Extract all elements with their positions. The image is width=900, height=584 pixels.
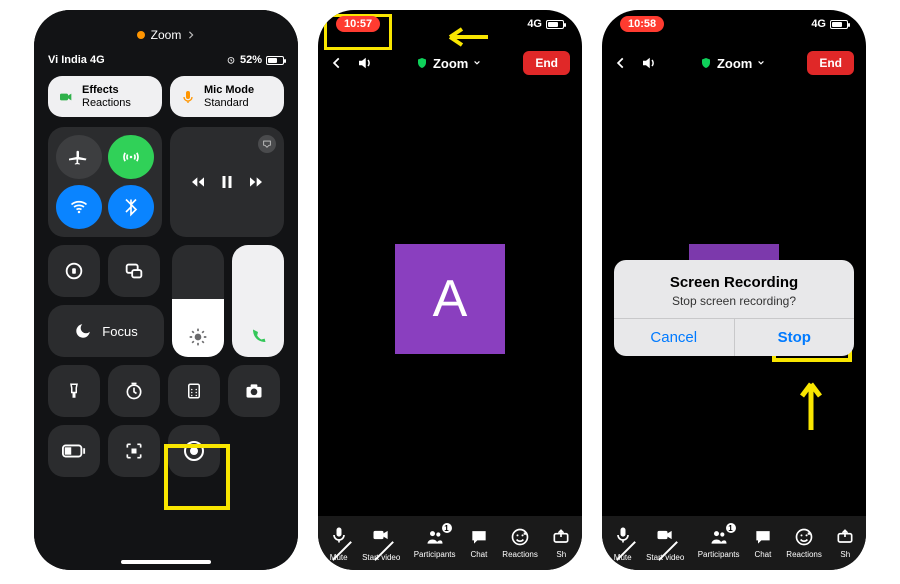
mic-mode-tile[interactable]: Mic ModeStandard <box>170 76 284 117</box>
end-button[interactable]: End <box>523 51 570 75</box>
shield-icon <box>416 57 428 69</box>
network-label: 4G <box>527 18 542 30</box>
arrow-annotation-icon <box>798 370 824 435</box>
moon-icon <box>74 322 92 340</box>
phone-stop-recording: 10:58 4G Zoom End Screen Recording Stop … <box>602 10 866 570</box>
connectivity-tile <box>48 127 162 237</box>
battery-icon <box>830 20 848 29</box>
speaker-icon[interactable] <box>640 54 658 72</box>
zoom-header: Zoom End <box>318 44 582 82</box>
chevron-down-icon <box>473 59 481 67</box>
participants-badge: 1 <box>726 523 736 533</box>
phone-icon <box>248 327 268 347</box>
recording-time-pill[interactable]: 10:57 <box>336 16 380 32</box>
recording-dot-icon <box>137 31 145 39</box>
airplay-icon[interactable] <box>258 135 276 153</box>
participants-button[interactable]: 1Participants <box>698 527 740 559</box>
pause-icon[interactable] <box>218 173 236 191</box>
status-bar: 10:57 4G <box>318 10 582 38</box>
media-tile[interactable] <box>170 127 284 237</box>
qr-scan-toggle[interactable] <box>108 425 160 477</box>
zoom-toolbar: Mute Start video 1Participants Chat Reac… <box>318 516 582 570</box>
calculator-toggle[interactable] <box>168 365 220 417</box>
bluetooth-toggle[interactable] <box>108 185 154 229</box>
start-video-button[interactable]: Start video <box>646 525 684 562</box>
zoom-title[interactable]: Zoom <box>386 56 511 71</box>
cellular-toggle[interactable] <box>108 135 154 179</box>
effects-tile[interactable]: EffectsReactions <box>48 76 162 117</box>
mute-button[interactable]: Mute <box>613 525 633 562</box>
brightness-slider[interactable] <box>172 245 224 357</box>
wifi-toggle[interactable] <box>56 185 102 229</box>
share-button[interactable]: Sh <box>835 527 855 559</box>
participant-avatar: A <box>395 244 505 354</box>
back-icon[interactable] <box>614 56 628 70</box>
back-icon[interactable] <box>330 56 344 70</box>
battery-icon <box>546 20 564 29</box>
breadcrumb-app: Zoom <box>151 28 182 42</box>
chevron-down-icon <box>757 59 765 67</box>
status-bar: 10:58 4G <box>602 10 866 38</box>
phone-control-center: Zoom Vi India 4G 52% EffectsReactions Mi… <box>34 10 298 570</box>
battery-percent: 52% <box>240 54 262 66</box>
share-button[interactable]: Sh <box>551 527 571 559</box>
screen-recording-alert: Screen Recording Stop screen recording? … <box>614 260 854 356</box>
camera-toggle[interactable] <box>228 365 280 417</box>
speaker-icon[interactable] <box>356 54 374 72</box>
low-power-toggle[interactable] <box>48 425 100 477</box>
zoom-toolbar: Mute Start video 1Participants Chat Reac… <box>602 516 866 570</box>
sun-icon <box>188 327 208 347</box>
end-button[interactable]: End <box>807 51 854 75</box>
recording-time-pill[interactable]: 10:58 <box>620 16 664 32</box>
cancel-button[interactable]: Cancel <box>614 319 735 356</box>
alert-subtitle: Stop screen recording? <box>630 294 838 308</box>
control-center: Zoom Vi India 4G 52% EffectsReactions Mi… <box>34 10 298 570</box>
micmode-sub: Standard <box>204 97 249 109</box>
mute-button[interactable]: Mute <box>329 525 349 562</box>
effects-title: Effects <box>82 84 131 97</box>
airplane-toggle[interactable] <box>56 135 102 179</box>
chat-button[interactable]: Chat <box>753 527 773 559</box>
screen-record-toggle[interactable] <box>168 425 220 477</box>
rewind-icon[interactable] <box>190 174 206 190</box>
chat-button[interactable]: Chat <box>469 527 489 559</box>
participants-button[interactable]: 1Participants <box>414 527 456 559</box>
forward-icon[interactable] <box>248 174 264 190</box>
participants-badge: 1 <box>442 523 452 533</box>
network-label: 4G <box>811 18 826 30</box>
timer-toggle[interactable] <box>108 365 160 417</box>
home-indicator <box>121 560 211 564</box>
focus-tile[interactable]: Focus <box>48 305 164 357</box>
shield-icon <box>700 57 712 69</box>
stop-button[interactable]: Stop <box>735 319 855 356</box>
orientation-lock-toggle[interactable] <box>48 245 100 297</box>
screen-mirror-toggle[interactable] <box>108 245 160 297</box>
zoom-header: Zoom End <box>602 44 866 82</box>
video-effects-icon <box>58 89 74 105</box>
chevron-right-icon <box>187 31 195 39</box>
battery-icon <box>266 56 284 65</box>
carrier-label: Vi India 4G <box>48 54 105 66</box>
avatar-letter: A <box>433 269 468 329</box>
alert-title: Screen Recording <box>630 274 838 291</box>
effects-sub: Reactions <box>82 97 131 109</box>
meeting-view: A <box>318 82 582 516</box>
breadcrumb[interactable]: Zoom <box>48 22 284 48</box>
zoom-title[interactable]: Zoom <box>670 56 795 71</box>
alarm-icon <box>226 55 236 65</box>
mic-icon <box>180 89 196 105</box>
flashlight-toggle[interactable] <box>48 365 100 417</box>
reactions-button[interactable]: Reactions <box>786 527 822 559</box>
phone-zoom-meeting: 10:57 4G Zoom End A Mute Start video 1Pa… <box>318 10 582 570</box>
micmode-title: Mic Mode <box>204 84 254 97</box>
start-video-button[interactable]: Start video <box>362 525 400 562</box>
focus-label: Focus <box>102 324 137 339</box>
reactions-button[interactable]: Reactions <box>502 527 538 559</box>
volume-slider[interactable] <box>232 245 284 357</box>
status-bar: Vi India 4G 52% <box>48 54 284 66</box>
